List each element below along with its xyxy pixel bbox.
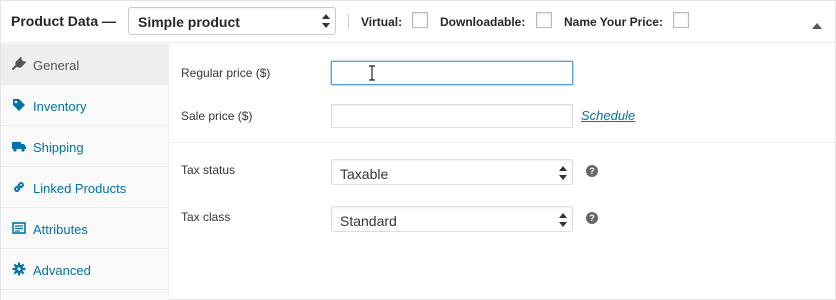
tab-advanced-label: Advanced [33,263,91,278]
header-divider [348,14,349,28]
options-group-divider [169,142,835,143]
list-icon [12,221,26,235]
select-arrows-icon [559,166,567,180]
sale-price-label: Sale price ($) [181,109,253,123]
tab-general[interactable]: General [1,44,168,85]
product-data-tabs: General Inventory Shipping Linked Produc… [1,44,169,300]
product-type-select[interactable]: Simple product [128,7,336,35]
help-tip-icon[interactable]: ? [586,165,598,177]
name-your-price-label: Name Your Price: [564,15,663,29]
tax-class-value: Standard [340,213,397,229]
tab-attributes-label: Attributes [33,222,88,237]
general-options-panel: Regular price ($) Sale price ($) Schedul… [169,44,835,300]
text-cursor-icon [368,65,376,84]
tab-inventory-label: Inventory [33,99,87,114]
virtual-label: Virtual: [361,15,403,29]
truck-icon [12,139,26,153]
tab-inventory[interactable]: Inventory [1,85,168,126]
panel-title: Product Data — [11,13,117,29]
wrench-icon [12,56,27,71]
tag-icon [12,98,26,112]
tax-class-label: Tax class [181,210,231,224]
tab-shipping-label: Shipping [33,140,84,155]
downloadable-checkbox[interactable] [536,12,552,28]
virtual-checkbox[interactable] [412,12,428,28]
tax-class-select[interactable]: Standard [331,206,573,232]
select-arrows-icon [559,213,567,227]
gear-icon [12,262,26,276]
schedule-link[interactable]: Schedule [581,108,635,123]
tab-attributes[interactable]: Attributes [1,208,168,249]
select-arrows-icon [322,14,330,28]
product-data-panel: Product Data — Simple product Virtual: D… [0,0,836,300]
tab-shipping[interactable]: Shipping [1,126,168,167]
help-tip-icon[interactable]: ? [586,212,598,224]
regular-price-input[interactable] [331,61,573,85]
regular-price-label: Regular price ($) [181,66,271,80]
tax-status-label: Tax status [181,163,236,177]
tab-general-label: General [33,58,80,73]
panel-header: Product Data — Simple product Virtual: D… [1,1,835,43]
tax-status-value: Taxable [340,166,389,182]
link-icon [12,180,26,194]
tab-linked-products[interactable]: Linked Products [1,167,168,208]
triangle-up-icon[interactable] [812,17,822,32]
name-your-price-checkbox[interactable] [673,12,689,28]
downloadable-label: Downloadable: [440,15,526,29]
tab-advanced[interactable]: Advanced [1,249,168,290]
tax-status-select[interactable]: Taxable [331,159,573,185]
product-type-value: Simple product [138,14,240,30]
sale-price-input[interactable] [331,104,573,128]
tab-linked-products-label: Linked Products [33,181,127,196]
